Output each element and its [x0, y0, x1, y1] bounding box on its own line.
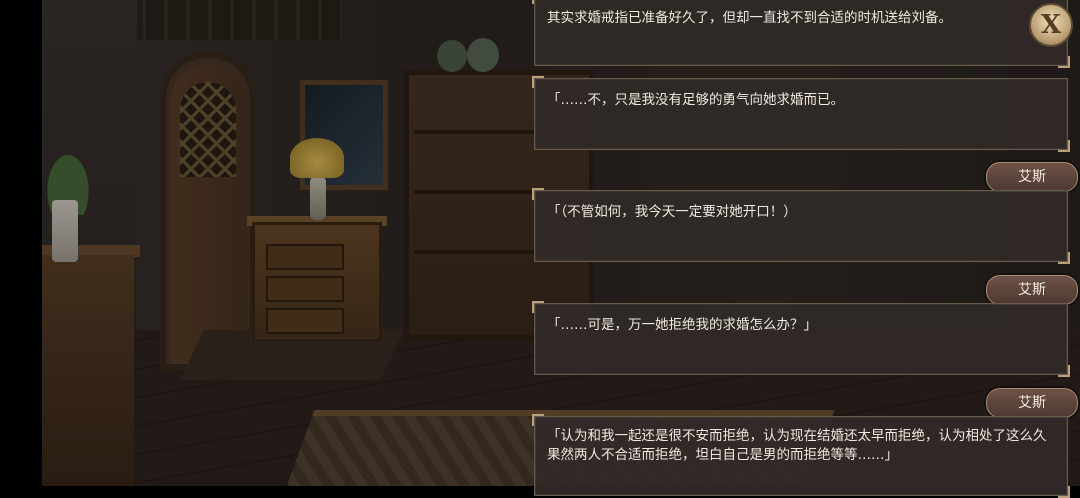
close-icon[interactable]: X [1029, 3, 1073, 47]
backlog-entry-text: 「……不，只是我没有足够的勇气向她求婚而已。 [547, 92, 844, 108]
letterbox-bar [0, 0, 42, 486]
backlog-entry: 其实求婚戒指已准备好久了，但却一直找不到合适的时机送给刘备。 [532, 0, 1070, 68]
backlog-entry-text: 「（不管如何，我今天一定要对她开口！） [547, 204, 797, 220]
dialogue-backlog-panel[interactable]: 其实求婚戒指已准备好久了，但却一直找不到合适的时机送给刘备。 「……不，只是我没… [532, 0, 1080, 498]
speaker-name-tag: 艾斯 [986, 388, 1078, 418]
backlog-entry-text: 「认为和我一起还是很不安而拒绝，认为现在结婚还太早而拒绝，认为相处了这么久果然两… [547, 428, 1047, 463]
backlog-entry: 「……可是，万一她拒绝我的求婚怎么办？」 [532, 301, 1070, 377]
backlog-entry: 「（不管如何，我今天一定要对她开口！） [532, 188, 1070, 264]
backlog-entry: 「……不，只是我没有足够的勇气向她求婚而已。 [532, 76, 1070, 152]
speaker-name-tag: 艾斯 [986, 275, 1078, 305]
speaker-name-tag: 艾斯 [986, 162, 1078, 192]
backlog-entry-text: 其实求婚戒指已准备好久了，但却一直找不到合适的时机送给刘备。 [547, 10, 952, 26]
backlog-entry: 「认为和我一起还是很不安而拒绝，认为现在结婚还太早而拒绝，认为相处了这么久果然两… [532, 414, 1070, 498]
backlog-entry-text: 「……可是，万一她拒绝我的求婚怎么办？」 [547, 317, 817, 333]
